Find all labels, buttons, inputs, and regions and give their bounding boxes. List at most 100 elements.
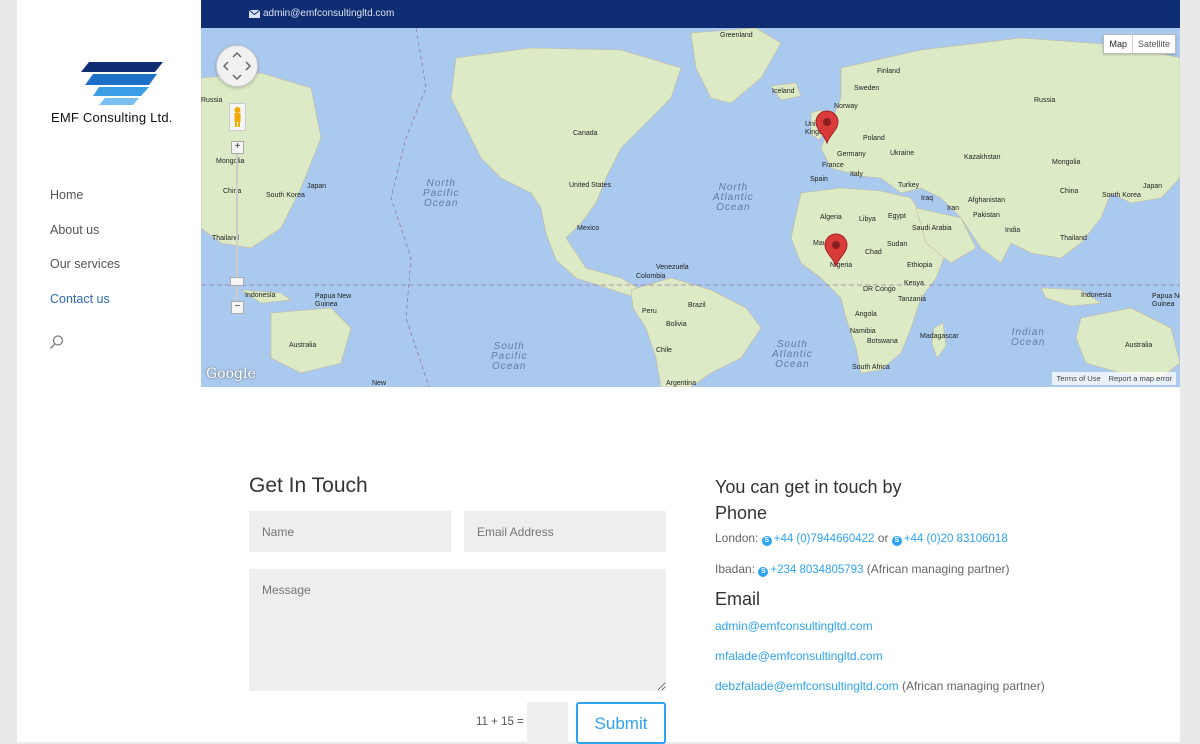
- map-label: Sweden: [854, 85, 880, 92]
- report-map-error-link[interactable]: Report a map error: [1104, 372, 1176, 385]
- map-label: Indonesia: [245, 292, 276, 299]
- map-label: Poland: [863, 135, 885, 142]
- map-label: Venezuela: [656, 264, 689, 271]
- map-label: China: [1060, 188, 1079, 195]
- map-label: Ethiopia: [907, 262, 933, 269]
- map-label: Australia: [289, 342, 317, 349]
- email-input[interactable]: [464, 511, 666, 552]
- email-link-admin[interactable]: admin@emfconsultingltd.com: [715, 619, 873, 633]
- map-label: Indonesia: [1081, 292, 1112, 299]
- ibadan-note: (African managing partner): [866, 562, 1010, 576]
- nav-our-services[interactable]: Our services: [50, 257, 120, 292]
- map-label: Japan: [1143, 183, 1163, 190]
- map-type-satellite-button[interactable]: Satellite: [1131, 35, 1175, 53]
- skype-icon: S: [758, 567, 769, 577]
- map-label: India: [1005, 227, 1021, 234]
- map-label: Papua New Guinea: [315, 293, 352, 308]
- message-textarea[interactable]: [249, 569, 666, 691]
- pan-arrows-icon: [222, 51, 252, 81]
- contact-heading: You can get in touch by Phone: [715, 474, 901, 526]
- map-label: Germany: [837, 151, 866, 158]
- zoom-in-button[interactable]: +: [231, 141, 244, 154]
- email-line-2: mfalade@emfconsultingltd.com: [715, 649, 883, 663]
- contact-heading-line1: You can get in touch by: [715, 477, 902, 497]
- map-label: New: [372, 380, 387, 387]
- map-label: Mongolia: [216, 158, 245, 165]
- ocean-label-north-pacific: North Pacific Ocean: [423, 178, 460, 209]
- map-label: Ukraine: [890, 150, 915, 157]
- london-label: London:: [715, 531, 759, 545]
- zoom-slider-handle[interactable]: [230, 277, 244, 286]
- map-label: Pakistan: [973, 212, 1000, 219]
- submit-button[interactable]: Submit: [576, 702, 666, 744]
- map-label: Mexico: [577, 225, 600, 232]
- london-phone-line: London: S +44 (0)7944660422 or S +44 (0)20…: [715, 531, 1008, 546]
- email-link-mfalade[interactable]: mfalade@emfconsultingltd.com: [715, 649, 883, 663]
- name-input[interactable]: [249, 511, 451, 552]
- company-logo[interactable]: [67, 60, 167, 106]
- london-phone-1[interactable]: +44 (0)7944660422: [774, 533, 875, 545]
- map-marker-ibadan[interactable]: [823, 233, 849, 267]
- map-label: Colombia: [636, 273, 666, 280]
- nav-home[interactable]: Home: [50, 188, 120, 223]
- search-icon[interactable]: [49, 334, 65, 350]
- email-heading: Email: [715, 589, 761, 609]
- map-label: Italy: [850, 171, 863, 178]
- map-label: Spain: [810, 176, 828, 183]
- map-label: Iran: [947, 205, 960, 212]
- topbar-email[interactable]: admin@emfconsultingltd.com: [263, 8, 394, 19]
- map-label: South Korea: [1102, 192, 1141, 199]
- map-label: Thailand: [1060, 235, 1087, 242]
- map-label: Namibia: [850, 328, 876, 335]
- map-label: Libya: [859, 216, 876, 223]
- email3-note: (African managing partner): [901, 679, 1045, 693]
- map-label: South Africa: [852, 364, 890, 371]
- map-label: Bolivia: [666, 321, 687, 328]
- map-label: Norway: [834, 103, 858, 110]
- map-label: Brazil: [688, 302, 706, 309]
- london-phone-2[interactable]: +44 (0)20 83106018: [904, 533, 1008, 545]
- captcha-input[interactable]: [527, 702, 568, 744]
- map-label: United States: [569, 182, 612, 189]
- map-label: Saudi Arabia: [912, 225, 952, 232]
- map-label: Iraq: [921, 195, 934, 202]
- email-line-1: admin@emfconsultingltd.com: [715, 619, 873, 633]
- google-logo[interactable]: Google: [206, 366, 256, 382]
- map-label: Botswana: [867, 338, 898, 345]
- map-type-map-button[interactable]: Map: [1104, 35, 1132, 53]
- map-label: Kenya: [904, 280, 924, 287]
- email-link-debzfalade[interactable]: debzfalade@emfconsultingltd.com: [715, 679, 899, 693]
- map-label: South Korea: [266, 192, 305, 199]
- ocean-label-south-atlantic: South Atlantic Ocean: [772, 339, 813, 370]
- map-label: Afghanistan: [968, 197, 1005, 204]
- email-line-3: debzfalade@emfconsultingltd.com (African…: [715, 679, 1045, 693]
- map-label: Argentina: [666, 380, 696, 387]
- map-label: Sudan: [887, 241, 908, 248]
- nav-about-us[interactable]: About us: [50, 223, 120, 258]
- map-label: DR Congo: [863, 286, 896, 293]
- pegman-icon: [234, 107, 241, 127]
- map-footer: Terms of Use Report a map error: [1052, 372, 1176, 385]
- sidebar: EMF Consulting Ltd. Home About us Our se…: [17, 0, 201, 742]
- main-nav: Home About us Our services Contact us: [50, 188, 120, 326]
- top-bar: admin@emfconsultingltd.com: [201, 0, 1180, 28]
- ibadan-label: Ibadan:: [715, 562, 756, 576]
- nav-contact-us[interactable]: Contact us: [50, 292, 120, 327]
- zoom-out-button[interactable]: −: [231, 301, 244, 314]
- map-label: Papua New Guinea: [1152, 293, 1180, 308]
- map-pan-control[interactable]: [216, 45, 258, 87]
- world-map[interactable]: North Pacific Ocean North Atlantic Ocean…: [201, 28, 1180, 387]
- terms-of-use-link[interactable]: Terms of Use: [1052, 372, 1105, 385]
- map-label: Japan: [307, 183, 327, 190]
- company-name: EMF Consulting Ltd.: [51, 110, 173, 125]
- ibadan-phone-line: Ibadan: S +234 8034805793 (African managi…: [715, 562, 1010, 577]
- map-label: Iceland: [772, 88, 795, 95]
- map-label: Turkey: [898, 182, 920, 189]
- ibadan-phone[interactable]: +234 8034805793: [770, 564, 863, 576]
- captcha-question: 11 + 15 =: [476, 716, 524, 728]
- map-marker-london[interactable]: [814, 110, 840, 144]
- ocean-label-indian: Indian Ocean: [1011, 327, 1046, 348]
- street-view-pegman[interactable]: [229, 103, 246, 131]
- phone-heading: Phone: [715, 503, 768, 523]
- map-label: Angola: [855, 311, 877, 318]
